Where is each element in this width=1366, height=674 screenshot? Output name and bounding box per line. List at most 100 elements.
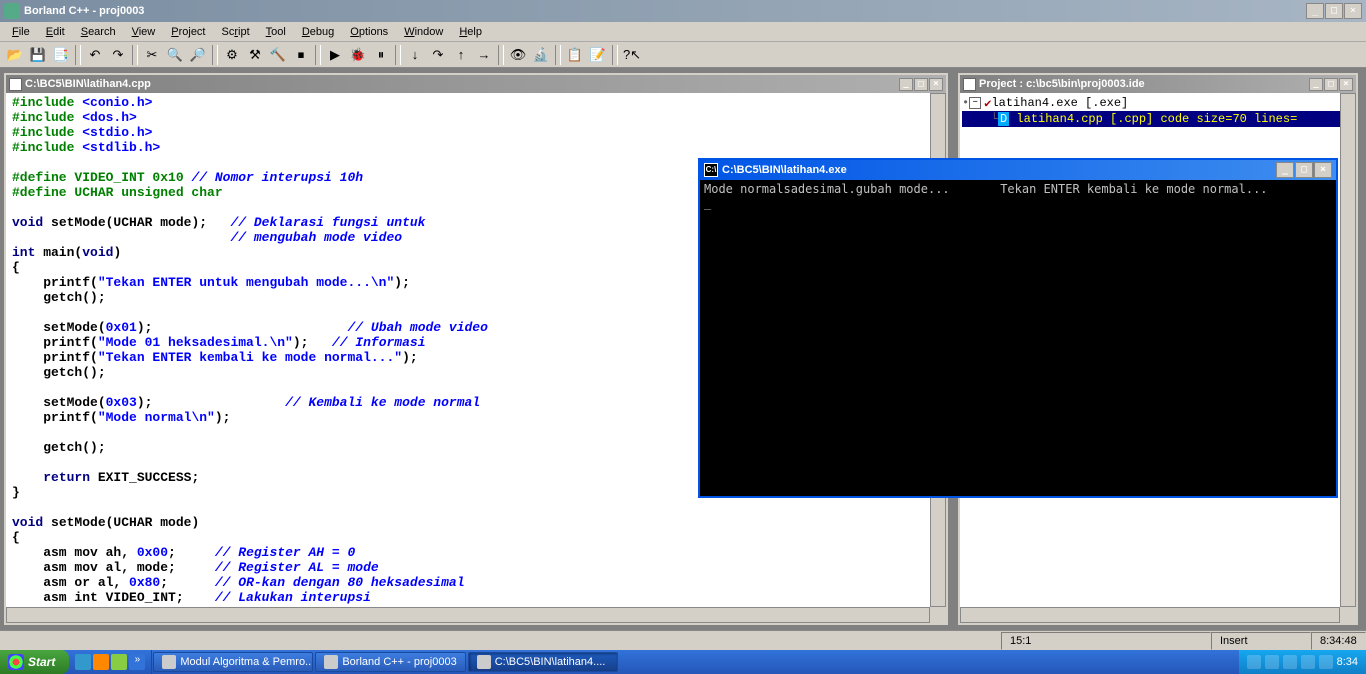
stop-icon[interactable]: ⏹: [290, 44, 312, 66]
stepover-icon[interactable]: ↷: [427, 44, 449, 66]
toolbar: 📂 💾 📑 ↶ ↷ ✂ 🔍 🔎 ⚙ ⚒ 🔨 ⏹ ▶ 🐞 ⏸ ↓ ↷ ↑ → 👁 …: [0, 42, 1366, 68]
help-icon[interactable]: ?↖: [621, 44, 643, 66]
tray-icon-3[interactable]: [1283, 655, 1297, 669]
pause-icon[interactable]: ⏸: [370, 44, 392, 66]
ql-chevron-icon[interactable]: »: [129, 654, 145, 670]
menu-edit[interactable]: Edit: [38, 24, 73, 40]
project-root-node[interactable]: • –✔ latihan4.exe [.exe]: [962, 95, 1354, 111]
cpp-file-icon: D: [998, 112, 1009, 126]
console-line: Mode normalsadesimal.gubah mode... Tekan…: [704, 182, 1268, 196]
debug-icon[interactable]: 🐞: [347, 44, 369, 66]
project-titlebar[interactable]: Project : c:\bc5\bin\proj0003.ide _ □ ×: [960, 75, 1356, 93]
rebuild-icon[interactable]: 🔨: [267, 44, 289, 66]
project-minimize-button[interactable]: _: [1309, 78, 1323, 91]
editor-maximize-button[interactable]: □: [914, 78, 928, 91]
app-titlebar: Borland C++ - proj0003 _ □ ×: [0, 0, 1366, 22]
tray-icon-2[interactable]: [1265, 655, 1279, 669]
scroll-corner: [1340, 607, 1356, 623]
step-icon[interactable]: ↓: [404, 44, 426, 66]
project-close-button[interactable]: ×: [1339, 78, 1353, 91]
taskbar-task[interactable]: Modul Algoritma & Pemro...: [153, 652, 313, 672]
saveall-icon[interactable]: 📑: [50, 44, 72, 66]
console-close-button[interactable]: ×: [1314, 162, 1332, 178]
menu-tool[interactable]: Tool: [258, 24, 294, 40]
minimize-button[interactable]: _: [1306, 3, 1324, 19]
ql-media-icon[interactable]: [93, 654, 109, 670]
findnext-icon[interactable]: 🔎: [187, 44, 209, 66]
menubar: File Edit Search View Project Script Too…: [0, 22, 1366, 42]
menu-script[interactable]: Script: [214, 24, 258, 40]
taskbar-task[interactable]: C:\BC5\BIN\latihan4....: [468, 652, 618, 672]
redo-icon[interactable]: ↷: [107, 44, 129, 66]
ql-desktop-icon[interactable]: [111, 654, 127, 670]
project-child-node[interactable]: └ D latihan4.cpp [.cpp] code size=70 lin…: [962, 111, 1354, 127]
console-titlebar[interactable]: C:\ C:\BC5\BIN\latihan4.exe _ □ ×: [700, 160, 1336, 180]
menu-view[interactable]: View: [124, 24, 164, 40]
project-file-icon: [963, 78, 976, 91]
editor-title: C:\BC5\BIN\latihan4.cpp: [25, 78, 899, 90]
compile-icon[interactable]: ⚙: [221, 44, 243, 66]
menu-file[interactable]: File: [4, 24, 38, 40]
status-position: 15:1: [1001, 632, 1211, 650]
menu-debug[interactable]: Debug: [294, 24, 342, 40]
stepout-icon[interactable]: ↑: [450, 44, 472, 66]
project-icon[interactable]: 📋: [564, 44, 586, 66]
close-button[interactable]: ×: [1344, 3, 1362, 19]
project-title: Project : c:\bc5\bin\proj0003.ide: [979, 78, 1309, 90]
task-app-icon: [162, 655, 176, 669]
cut-icon[interactable]: ✂: [141, 44, 163, 66]
watch-icon[interactable]: 👁: [507, 44, 529, 66]
undo-icon[interactable]: ↶: [84, 44, 106, 66]
statusbar: 15:1 Insert 8:34:48: [0, 630, 1366, 650]
project-maximize-button[interactable]: □: [1324, 78, 1338, 91]
system-tray: 8:34: [1239, 650, 1366, 674]
collapse-icon[interactable]: –: [969, 97, 981, 109]
status-time: 8:34:48: [1311, 632, 1366, 650]
menu-options[interactable]: Options: [342, 24, 396, 40]
project-child-label: latihan4.cpp [.cpp] code size=70 lines=: [1016, 112, 1297, 126]
app-icon: [4, 3, 20, 19]
task-label: Borland C++ - proj0003: [342, 656, 456, 668]
task-app-icon: [324, 655, 338, 669]
console-minimize-button[interactable]: _: [1276, 162, 1294, 178]
start-label: Start: [28, 655, 55, 669]
tray-icon-5[interactable]: [1319, 655, 1333, 669]
build-icon[interactable]: ⚒: [244, 44, 266, 66]
tray-clock[interactable]: 8:34: [1337, 656, 1358, 668]
cmd-icon: C:\: [704, 163, 718, 177]
inspect-icon[interactable]: 🔬: [530, 44, 552, 66]
quick-launch: »: [69, 650, 152, 674]
menu-search[interactable]: Search: [73, 24, 124, 40]
windows-logo-icon: [8, 654, 24, 670]
project-hscrollbar[interactable]: [960, 607, 1340, 623]
taskbar-task[interactable]: Borland C++ - proj0003: [315, 652, 465, 672]
find-icon[interactable]: 🔍: [164, 44, 186, 66]
editor-close-button[interactable]: ×: [929, 78, 943, 91]
editor-minimize-button[interactable]: _: [899, 78, 913, 91]
console-output[interactable]: Mode normalsadesimal.gubah mode... Tekan…: [700, 180, 1336, 496]
app-title: Borland C++ - proj0003: [24, 5, 1306, 17]
taskbar: Start » Modul Algoritma & Pemro... Borlan…: [0, 650, 1366, 674]
task-app-icon: [477, 655, 491, 669]
console-maximize-button[interactable]: □: [1295, 162, 1313, 178]
console-cursor: _: [704, 196, 711, 210]
menu-window[interactable]: Window: [396, 24, 451, 40]
task-label: Modul Algoritma & Pemro...: [180, 656, 313, 668]
editor-hscrollbar[interactable]: [6, 607, 930, 623]
tray-icon-4[interactable]: [1301, 655, 1315, 669]
task-label: C:\BC5\BIN\latihan4....: [495, 656, 606, 668]
save-icon[interactable]: 💾: [27, 44, 49, 66]
start-button[interactable]: Start: [0, 650, 69, 674]
menu-help[interactable]: Help: [451, 24, 490, 40]
maximize-button[interactable]: □: [1325, 3, 1343, 19]
document-icon: [9, 78, 22, 91]
message-icon[interactable]: 📝: [587, 44, 609, 66]
editor-titlebar[interactable]: C:\BC5\BIN\latihan4.cpp _ □ ×: [6, 75, 946, 93]
run-icon[interactable]: ▶: [324, 44, 346, 66]
open-icon[interactable]: 📂: [4, 44, 26, 66]
menu-project[interactable]: Project: [163, 24, 213, 40]
project-vscrollbar[interactable]: [1340, 93, 1356, 607]
runto-icon[interactable]: →: [473, 44, 495, 66]
tray-icon-1[interactable]: [1247, 655, 1261, 669]
ql-ie-icon[interactable]: [75, 654, 91, 670]
